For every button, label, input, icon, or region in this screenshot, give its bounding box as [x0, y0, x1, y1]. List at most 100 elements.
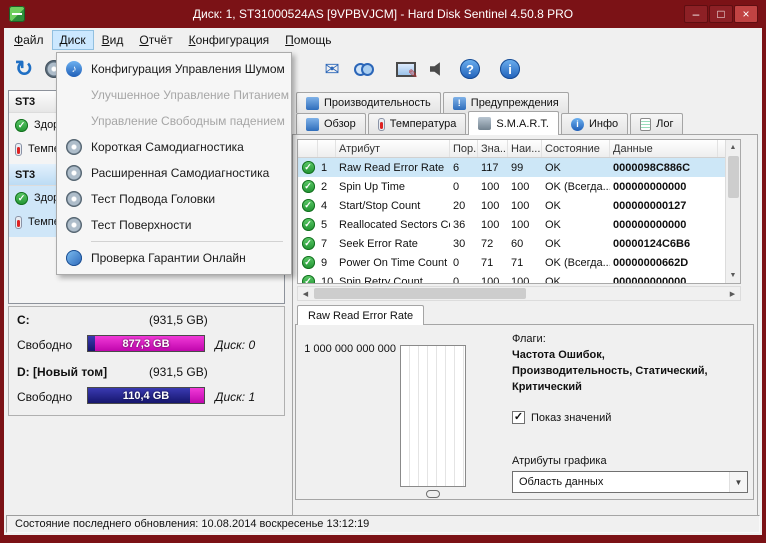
attr-status: OK — [545, 199, 561, 212]
header-threshold[interactable]: Пор... — [450, 140, 478, 157]
header-data[interactable]: Данные — [610, 140, 718, 157]
attr-value: 117 — [481, 161, 499, 174]
header-id-col[interactable] — [318, 140, 336, 157]
globe-glyph — [361, 62, 374, 76]
attr-data: 00000124C6B6 — [613, 237, 691, 250]
report-monitor-icon[interactable] — [392, 55, 420, 83]
header-status[interactable]: Состояние — [542, 140, 610, 157]
thermometer-icon — [15, 142, 22, 156]
smart-row[interactable]: ✓ 7 Seek Error Rate 30 72 60 OK 00000124… — [298, 234, 740, 253]
refresh-icon[interactable]: ↻ — [10, 55, 38, 83]
attr-name: Reallocated Sectors Co... — [339, 218, 450, 231]
attr-name: Start/Stop Count — [339, 199, 421, 212]
attr-data: 00000000662D — [613, 256, 689, 269]
hscroll-thumb[interactable] — [314, 288, 526, 299]
tab-overview[interactable]: Обзор — [296, 113, 366, 134]
smart-row[interactable]: ✓ 1 Raw Read Error Rate 6 117 99 OK 0000… — [298, 158, 740, 177]
help-icon[interactable]: ? — [456, 55, 484, 83]
chart-scroll-handle[interactable] — [426, 490, 440, 498]
show-values-checkbox[interactable]: ✓ — [512, 411, 525, 424]
show-values-label: Показ значений — [531, 411, 612, 424]
smart-row[interactable]: ✓ 5 Reallocated Sectors Co... 36 100 100… — [298, 215, 740, 234]
attr-worst: 71 — [511, 256, 524, 269]
alerts-icon: ! — [452, 96, 466, 110]
maximize-button[interactable]: □ — [709, 5, 733, 23]
menu-item-head-test[interactable]: Тест Подвода Головки — [59, 186, 289, 212]
attr-threshold: 30 — [453, 237, 466, 250]
disk-dropdown-menu: ♪ Конфигурация Управления Шумом Улучшенн… — [56, 52, 292, 275]
tab-alerts[interactable]: ! Предупреждения — [442, 92, 569, 113]
menu-item-freefall[interactable]: Управление Свободным падением — [59, 108, 289, 134]
menu-item-power-management[interactable]: Улучшенное Управление Питанием — [59, 82, 289, 108]
network-globes-icon[interactable] — [350, 55, 378, 83]
mail-icon[interactable]: ✉ — [318, 55, 346, 83]
attr-status: OK — [545, 218, 561, 231]
menu-configuration[interactable]: Конфигурация — [181, 30, 278, 50]
extended-selftest-icon — [66, 165, 82, 181]
axis-top-label: 1 000 000 000 000 — [304, 343, 396, 355]
tab-label: Температура — [389, 118, 457, 130]
header-icon-col[interactable] — [298, 140, 318, 157]
minimize-button[interactable]: – — [684, 5, 708, 23]
tab-label: Лог — [656, 118, 674, 130]
menu-item-warranty-online[interactable]: Проверка Гарантии Онлайн — [59, 245, 289, 271]
vscroll-thumb[interactable] — [728, 156, 739, 198]
show-values-checkbox-row: ✓ Показ значений — [512, 411, 611, 424]
tab-smart[interactable]: S.M.A.R.T. — [468, 111, 559, 135]
smart-row[interactable]: ✓ 10 Spin Retry Count 0 100 100 OK 00000… — [298, 272, 740, 283]
scroll-right-icon[interactable]: ▶ — [725, 287, 740, 300]
attribute-detail-tab[interactable]: Raw Read Error Rate — [297, 305, 425, 325]
attr-id: 2 — [321, 180, 328, 193]
menu-report[interactable]: Отчёт — [131, 30, 180, 50]
menu-item-label: Короткая Самодиагностика — [91, 140, 244, 154]
tab-info[interactable]: i Инфо — [560, 113, 629, 134]
tab-log[interactable]: Лог — [630, 113, 684, 134]
menu-view[interactable]: Вид — [94, 30, 132, 50]
menu-item-label: Расширенная Самодиагностика — [91, 166, 270, 180]
info-icon[interactable]: i — [496, 55, 524, 83]
menu-disk[interactable]: Диск — [51, 30, 94, 50]
flags-label: Флаги: — [512, 333, 546, 345]
mail-glyph: ✉ — [324, 58, 340, 79]
warranty-online-icon — [66, 250, 82, 266]
menu-item-label: Проверка Гарантии Онлайн — [91, 251, 246, 265]
scroll-left-icon[interactable]: ◀ — [298, 287, 313, 300]
scroll-up-icon[interactable]: ▲ — [726, 140, 740, 155]
menu-file[interactable]: Файл — [6, 30, 52, 50]
info-tab-icon: i — [570, 117, 584, 131]
menu-item-extended-selftest[interactable]: Расширенная Самодиагностика — [59, 160, 289, 186]
horizontal-scrollbar[interactable]: ◀ ▶ — [297, 286, 741, 301]
graph-mode-select[interactable]: Область данных ▼ — [512, 471, 748, 493]
header-worst[interactable]: Наи... — [508, 140, 542, 157]
smart-row[interactable]: ✓ 2 Spin Up Time 0 100 100 OK (Всегда...… — [298, 177, 740, 196]
free-label: Свободно — [17, 338, 73, 352]
menu-item-surface-test[interactable]: Тест Поверхности — [59, 212, 289, 238]
smart-row[interactable]: ✓ 9 Power On Time Count 0 71 71 OK (Всег… — [298, 253, 740, 272]
header-attribute[interactable]: Атрибут — [336, 140, 450, 157]
attr-worst: 100 — [511, 218, 530, 231]
chevron-down-icon[interactable]: ▼ — [729, 472, 747, 492]
menu-item-noise-config[interactable]: ♪ Конфигурация Управления Шумом — [59, 56, 289, 82]
speaker-icon[interactable] — [424, 55, 452, 83]
tab-performance[interactable]: Производительность — [296, 92, 441, 113]
health-ok-icon: ✓ — [15, 191, 28, 205]
attr-name: Raw Read Error Rate — [339, 161, 445, 174]
menu-separator — [91, 241, 283, 242]
close-button[interactable]: × — [734, 5, 758, 23]
title-bar[interactable]: Диск: 1, ST31000524AS [9VPBVJCM] - Hard … — [0, 0, 766, 28]
header-value[interactable]: Зна... — [478, 140, 508, 157]
attr-worst: 99 — [511, 161, 524, 174]
ok-icon: ✓ — [301, 256, 315, 269]
tab-temperature[interactable]: Температура — [367, 113, 467, 134]
attr-threshold: 6 — [453, 161, 460, 174]
attr-id: 5 — [321, 218, 328, 231]
smart-tab-page: Атрибут Пор... Зна... Наи... Состояние Д… — [292, 134, 758, 516]
vertical-scrollbar[interactable]: ▲ ▼ — [725, 140, 740, 283]
smart-row[interactable]: ✓ 4 Start/Stop Count 20 100 100 OK 00000… — [298, 196, 740, 215]
menu-item-short-selftest[interactable]: Короткая Самодиагностика — [59, 134, 289, 160]
ok-icon: ✓ — [301, 275, 315, 283]
volumes-panel: C: (931,5 GB) Свободно 877,3 GB Диск: 0 … — [8, 306, 285, 416]
scroll-down-icon[interactable]: ▼ — [726, 268, 740, 283]
menu-help[interactable]: Помощь — [277, 30, 339, 50]
attr-id: 7 — [321, 237, 328, 250]
